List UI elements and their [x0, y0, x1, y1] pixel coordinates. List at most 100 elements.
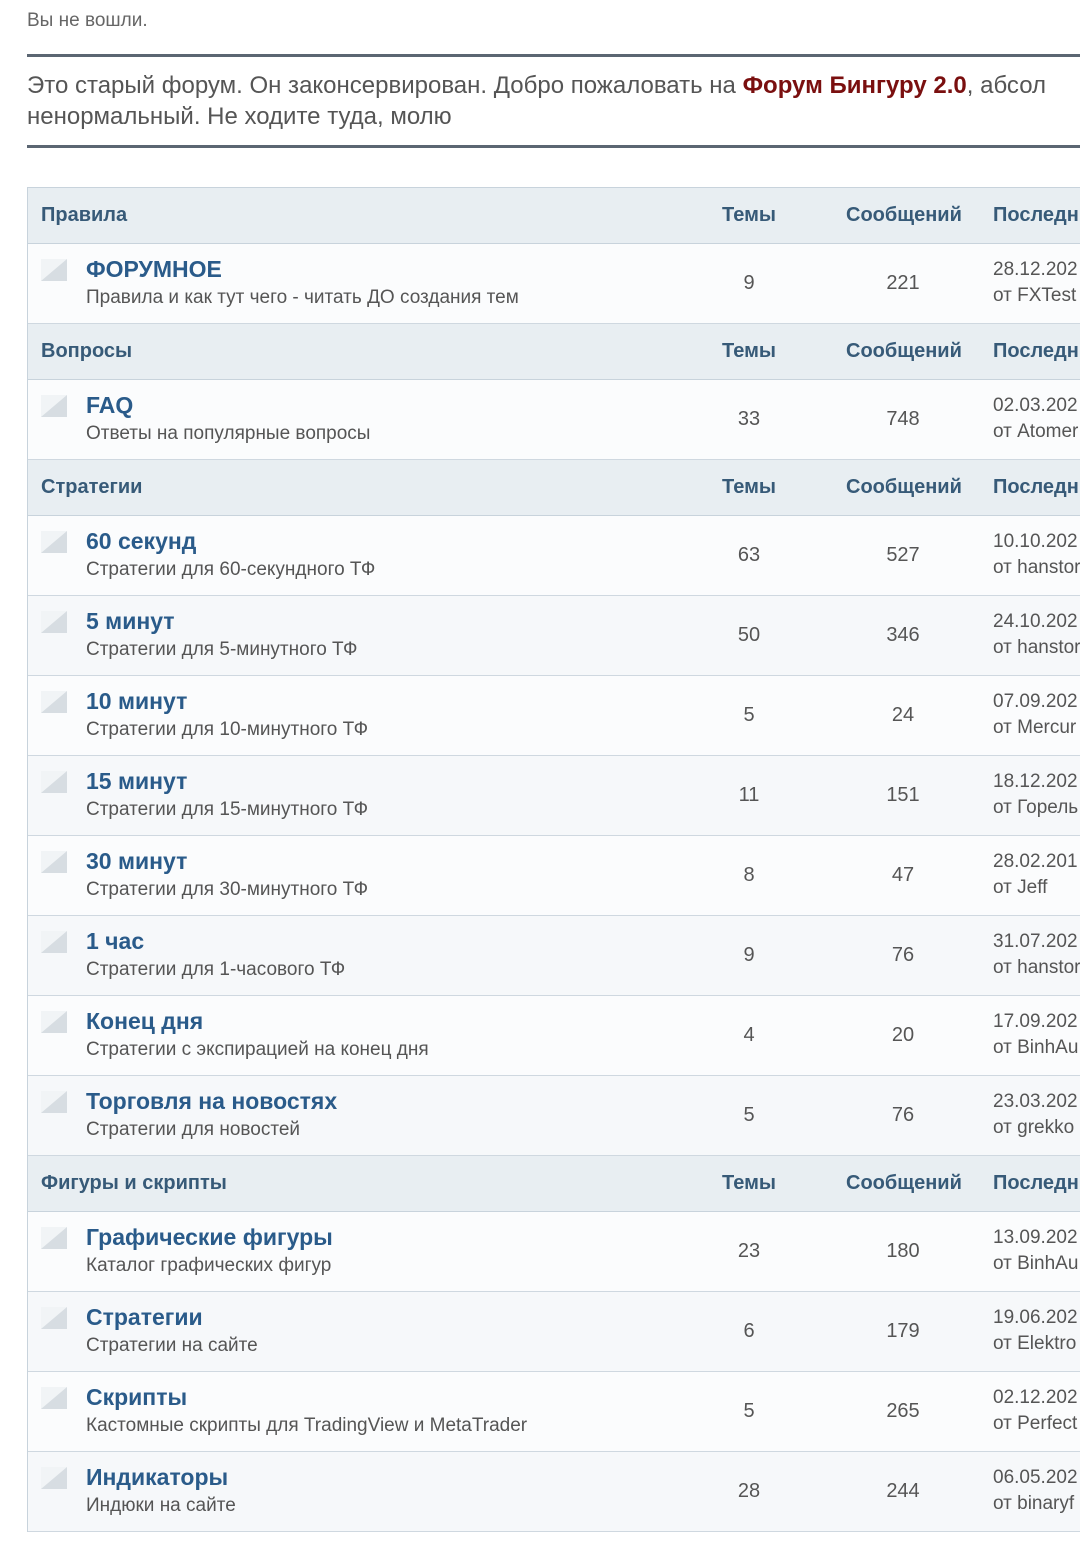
posts-count: 76	[891, 944, 915, 966]
category-name[interactable]: Правила	[41, 204, 127, 227]
column-topics: Темы	[722, 340, 776, 362]
last-post-date-link[interactable]: 02.03.202	[993, 395, 1078, 416]
forum-row: Конец дня Стратегии с экспирацией на кон…	[28, 996, 1080, 1076]
last-post: 18.12.202 от Горель	[993, 769, 1078, 821]
topics-count: 9	[743, 944, 755, 966]
posts-count: 179	[886, 1320, 920, 1342]
forum-read-icon	[41, 395, 67, 417]
forum-row: 30 минут Стратегии для 30-минутного ТФ 8…	[28, 836, 1080, 916]
forum-description: Стратегии на сайте	[86, 1335, 258, 1356]
posts-count: 244	[886, 1480, 920, 1502]
forum-row: 15 минут Стратегии для 15-минутного ТФ 1…	[28, 756, 1080, 836]
forum-title-link[interactable]: 10 минут	[86, 688, 187, 715]
forum-title-link[interactable]: 60 секунд	[86, 528, 196, 555]
last-post-author: от hanstor	[993, 557, 1080, 578]
forum-row: 60 секунд Стратегии для 60-секундного ТФ…	[28, 516, 1080, 596]
last-post: 23.03.202 от grekko	[993, 1089, 1078, 1141]
last-post-date-link[interactable]: 07.09.202	[993, 691, 1078, 712]
last-post-date-link[interactable]: 10.10.202	[993, 531, 1078, 552]
category-header: Правила Темы Сообщений Последн	[28, 188, 1080, 244]
column-last-post: Последн	[993, 204, 1079, 226]
forum-title-link[interactable]: 30 минут	[86, 848, 187, 875]
topics-count: 23	[737, 1240, 761, 1262]
topics-count: 5	[743, 1104, 755, 1126]
last-post-date-link[interactable]: 13.09.202	[993, 1227, 1078, 1248]
forum-title-link[interactable]: Стратегии	[86, 1304, 203, 1331]
column-topics: Темы	[722, 204, 776, 226]
forum-row: Торговля на новостях Стратегии для новос…	[28, 1076, 1080, 1156]
posts-count: 265	[886, 1400, 920, 1422]
last-post-date-link[interactable]: 19.06.202	[993, 1307, 1078, 1328]
last-post-date-link[interactable]: 17.09.202	[993, 1011, 1078, 1032]
column-topics: Темы	[722, 476, 776, 498]
announcement-text-end: , абсол	[966, 72, 1047, 99]
forum-title-link[interactable]: Индикаторы	[86, 1464, 228, 1491]
announcement-line2: ненормальный. Не ходите туда, молю	[27, 103, 452, 130]
forum-description: Индюки на сайте	[86, 1495, 236, 1516]
forum-read-icon	[41, 931, 67, 953]
last-post: 02.12.202 от Perfect	[993, 1385, 1078, 1437]
forum-read-icon	[41, 1307, 67, 1329]
column-last-post: Последн	[993, 476, 1079, 498]
forum-title-link[interactable]: 1 час	[86, 928, 144, 955]
posts-count: 24	[891, 704, 915, 726]
last-post: 19.06.202 от Elektro	[993, 1305, 1078, 1357]
announcement: Это старый форум. Он законсервирован. До…	[27, 70, 1080, 132]
category-header: Фигуры и скрипты Темы Сообщений Последн	[28, 1156, 1080, 1212]
forum-title-link[interactable]: Скрипты	[86, 1384, 187, 1411]
last-post: 13.09.202 от BinhAu	[993, 1225, 1078, 1277]
topics-count: 50	[737, 624, 761, 646]
last-post-author: от Jeff	[993, 877, 1048, 898]
forum-read-icon	[41, 1011, 67, 1033]
forum-title-link[interactable]: 15 минут	[86, 768, 187, 795]
last-post-date-link[interactable]: 02.12.202	[993, 1387, 1078, 1408]
column-last-post: Последн	[993, 1172, 1079, 1194]
forum-title-link[interactable]: Торговля на новостях	[86, 1088, 337, 1115]
forum-read-icon	[41, 1467, 67, 1489]
last-post-date-link[interactable]: 06.05.202	[993, 1467, 1078, 1488]
last-post: 17.09.202 от BinhAu	[993, 1009, 1078, 1061]
last-post: 31.07.202 от hanstor	[993, 929, 1080, 981]
column-posts: Сообщений	[846, 340, 962, 362]
forum-row: Графические фигуры Каталог графических ф…	[28, 1212, 1080, 1292]
last-post-date-link[interactable]: 23.03.202	[993, 1091, 1078, 1112]
last-post-author: от Mercur	[993, 717, 1077, 738]
forum-row: 1 час Стратегии для 1-часового ТФ 9 76 3…	[28, 916, 1080, 996]
last-post-date-link[interactable]: 28.12.202	[993, 259, 1078, 280]
forum-read-icon	[41, 531, 67, 553]
forum-title-link[interactable]: 5 минут	[86, 608, 175, 635]
last-post-date-link[interactable]: 18.12.202	[993, 771, 1078, 792]
forum-read-icon	[41, 691, 67, 713]
forum-description: Стратегии для 10-минутного ТФ	[86, 719, 369, 740]
forum-description: Кастомные скрипты для TradingView и Meta…	[86, 1415, 528, 1436]
last-post-date-link[interactable]: 31.07.202	[993, 931, 1078, 952]
category-name[interactable]: Вопросы	[41, 340, 132, 363]
forum-read-icon	[41, 611, 67, 633]
forum-board: Правила Темы Сообщений Последн ФОРУМНОЕ …	[27, 187, 1080, 1532]
last-post-date-link[interactable]: 24.10.202	[993, 611, 1078, 632]
last-post: 06.05.202 от binaryf	[993, 1465, 1078, 1517]
forum-read-icon	[41, 1387, 67, 1409]
last-post-author: от FXTest	[993, 285, 1077, 306]
topics-count: 5	[743, 1400, 755, 1422]
category-name[interactable]: Фигуры и скрипты	[41, 1172, 227, 1195]
last-post-author: от hanstor	[993, 637, 1080, 658]
last-post-author: от Elektro	[993, 1333, 1077, 1354]
category-header: Вопросы Темы Сообщений Последн	[28, 324, 1080, 380]
forum-description: Стратегии для 30-минутного ТФ	[86, 879, 369, 900]
last-post-date-link[interactable]: 28.02.201	[993, 851, 1078, 872]
topics-count: 8	[743, 864, 755, 886]
forum-title-link[interactable]: ФОРУМНОЕ	[86, 256, 222, 283]
login-status: Вы не вошли.	[27, 10, 148, 31]
forum-read-icon	[41, 1091, 67, 1113]
posts-count: 151	[886, 784, 920, 806]
forum-title-link[interactable]: Графические фигуры	[86, 1224, 333, 1251]
forum-description: Стратегии для 60-секундного ТФ	[86, 559, 376, 580]
forum-row: Скрипты Кастомные скрипты для TradingVie…	[28, 1372, 1080, 1452]
forum-title-link[interactable]: FAQ	[86, 392, 133, 419]
forum-title-link[interactable]: Конец дня	[86, 1008, 203, 1035]
forum-2-link[interactable]: Форум Бингуру 2.0	[743, 72, 967, 99]
category-name[interactable]: Стратегии	[41, 476, 142, 499]
forum-description: Правила и как тут чего - читать ДО созда…	[86, 287, 519, 308]
topics-count: 4	[743, 1024, 755, 1046]
